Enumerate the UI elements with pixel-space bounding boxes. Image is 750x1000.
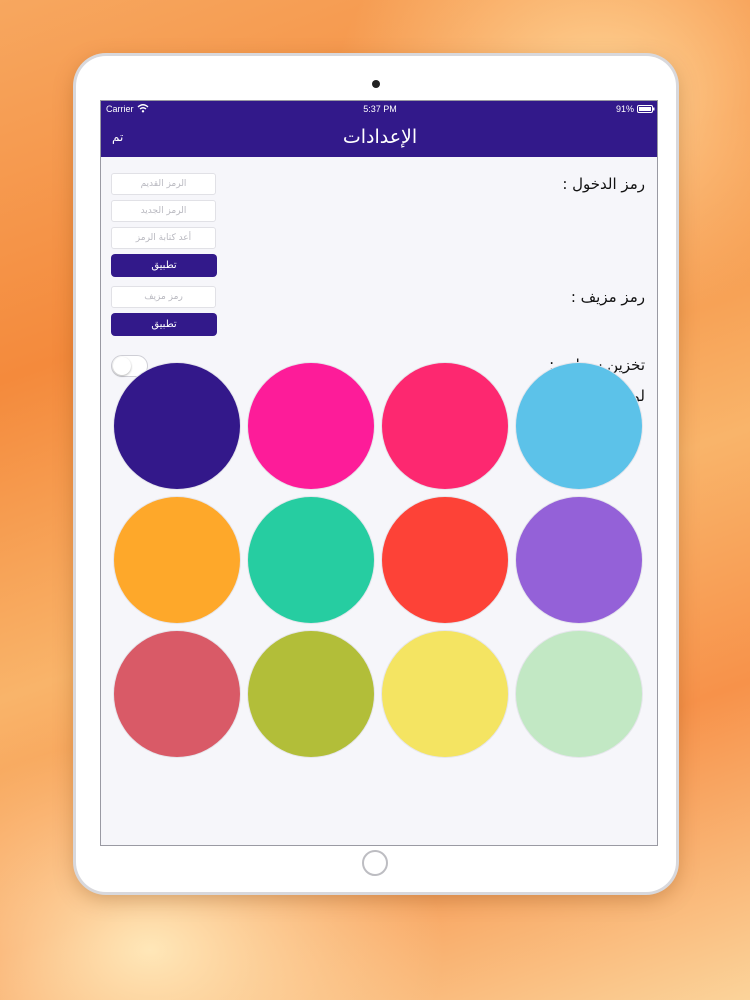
color-swatch[interactable]: [114, 631, 240, 757]
battery-icon: [637, 105, 655, 113]
camera-dot: [372, 80, 380, 88]
color-swatch[interactable]: [114, 497, 240, 623]
color-swatch[interactable]: [382, 497, 508, 623]
confirm-passcode-field[interactable]: أعد كتابة الرمز: [111, 227, 216, 249]
color-swatch[interactable]: [516, 497, 642, 623]
new-passcode-field[interactable]: الرمز الجديد: [111, 200, 216, 222]
apply-fake-passcode-button[interactable]: تطبيق: [111, 313, 217, 336]
color-swatch[interactable]: [248, 631, 374, 757]
status-bar: Carrier 5:37 PM 91%: [101, 101, 657, 119]
color-swatch[interactable]: [516, 363, 642, 489]
fake-passcode-label: رمز مزيف :: [570, 288, 645, 306]
status-time: 5:37 PM: [363, 104, 397, 114]
color-swatch[interactable]: [114, 363, 240, 489]
color-swatch[interactable]: [516, 631, 642, 757]
passcode-label: رمز الدخول :: [562, 175, 645, 193]
home-button[interactable]: [362, 850, 388, 876]
app-screen: Carrier 5:37 PM 91% تم الإعدادات رمز الد…: [100, 100, 658, 846]
color-swatch[interactable]: [382, 631, 508, 757]
battery-percentage: 91%: [615, 104, 634, 114]
color-swatch[interactable]: [248, 363, 374, 489]
ipad-device-frame: Carrier 5:37 PM 91% تم الإعدادات رمز الد…: [76, 56, 676, 892]
color-swatch[interactable]: [248, 497, 374, 623]
fake-passcode-field[interactable]: رمز مزيف: [111, 286, 216, 308]
apply-passcode-button[interactable]: تطبيق: [111, 254, 217, 277]
color-swatch[interactable]: [382, 363, 508, 489]
old-passcode-field[interactable]: الرمز القديم: [111, 173, 216, 195]
page-title: الإعدادات: [342, 126, 418, 148]
navigation-bar: تم الإعدادات: [101, 119, 657, 157]
toggle-knob: [113, 357, 131, 375]
